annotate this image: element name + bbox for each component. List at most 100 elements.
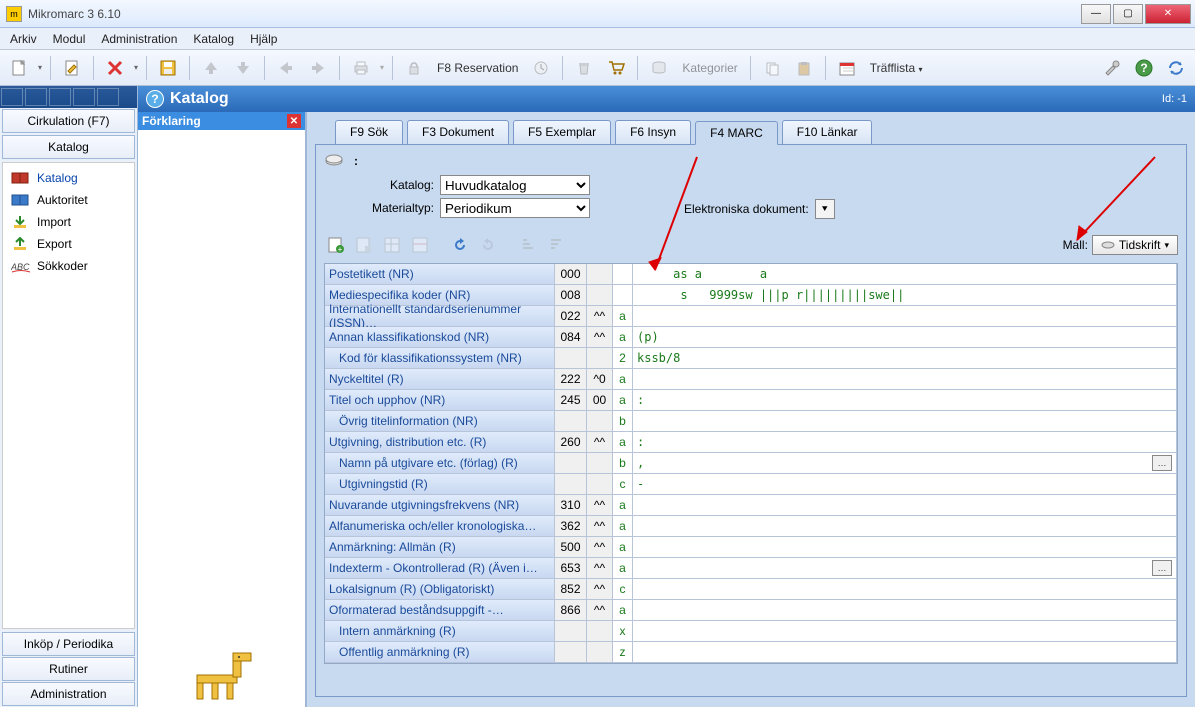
sidebar-item-import[interactable]: Import bbox=[3, 211, 134, 233]
marc-row[interactable]: Titel och upphov (NR)24500a: bbox=[325, 390, 1177, 411]
mall-dropdown-button[interactable]: Tidskrift ▾ bbox=[1092, 235, 1178, 255]
katalog-select[interactable]: Huvudkatalog bbox=[440, 175, 590, 195]
menu-katalog[interactable]: Katalog bbox=[189, 30, 238, 48]
marc-value-cell[interactable] bbox=[633, 579, 1177, 599]
marc-field-label[interactable]: Namn på utgivare etc. (förlag) (R) bbox=[325, 453, 555, 473]
marc-field-label[interactable]: Utgivningstid (R) bbox=[325, 474, 555, 494]
undo-button[interactable] bbox=[448, 233, 472, 257]
marc-row[interactable]: Nuvarande utgivningsfrekvens (NR)310^^a bbox=[325, 495, 1177, 516]
window-minimize-button[interactable]: — bbox=[1081, 4, 1111, 24]
marc-field-label[interactable]: Indexterm - Okontrollerad (R) (Även i… bbox=[325, 558, 555, 578]
materialtyp-select[interactable]: Periodikum bbox=[440, 198, 590, 218]
marc-row[interactable]: Övrig titelinformation (NR)b bbox=[325, 411, 1177, 432]
menu-arkiv[interactable]: Arkiv bbox=[6, 30, 41, 48]
marc-row[interactable]: Utgivning, distribution etc. (R)260^^a: bbox=[325, 432, 1177, 453]
sidebar-item-katalog[interactable]: Katalog bbox=[3, 167, 134, 189]
menu-modul[interactable]: Modul bbox=[49, 30, 90, 48]
sidebar-tab-cirkulation[interactable]: Cirkulation (F7) bbox=[2, 109, 135, 133]
marc-field-label[interactable]: Nuvarande utgivningsfrekvens (NR) bbox=[325, 495, 555, 515]
marc-row[interactable]: Annan klassifikationskod (NR)084^^a(p) bbox=[325, 327, 1177, 348]
marc-value-cell[interactable]: as a a bbox=[633, 264, 1177, 284]
marc-field-label[interactable]: Lokalsignum (R) (Obligatoriskt) bbox=[325, 579, 555, 599]
marc-row[interactable]: Namn på utgivare etc. (förlag) (R)b,… bbox=[325, 453, 1177, 474]
marc-new-field-button[interactable]: + bbox=[324, 233, 348, 257]
sort-desc-button[interactable] bbox=[544, 233, 568, 257]
tab-f6-insyn[interactable]: F6 Insyn bbox=[615, 120, 691, 144]
categories-button[interactable] bbox=[646, 55, 672, 81]
marc-row[interactable]: Indexterm - Okontrollerad (R) (Även i…65… bbox=[325, 558, 1177, 579]
arrow-up-button[interactable] bbox=[198, 55, 224, 81]
marc-field-label[interactable]: Kod för klassifikationssystem (NR) bbox=[325, 348, 555, 368]
marc-field-label[interactable]: Oformaterad beståndsuppgift -… bbox=[325, 600, 555, 620]
marc-field-label[interactable]: Alfanumeriska och/eller kronologiska… bbox=[325, 516, 555, 536]
edit-button[interactable] bbox=[59, 55, 85, 81]
sidebar-bottom-administration[interactable]: Administration bbox=[2, 682, 135, 706]
window-maximize-button[interactable]: ▢ bbox=[1113, 4, 1143, 24]
marc-field-label[interactable]: Nyckeltitel (R) bbox=[325, 369, 555, 389]
tab-f9-sok[interactable]: F9 Sök bbox=[335, 120, 403, 144]
window-close-button[interactable]: ✕ bbox=[1145, 4, 1191, 24]
new-document-button[interactable] bbox=[6, 55, 32, 81]
sidebar-tab-katalog[interactable]: Katalog bbox=[2, 135, 135, 159]
marc-value-cell[interactable] bbox=[633, 600, 1177, 620]
help-panel-close-button[interactable]: ✕ bbox=[287, 114, 301, 128]
marc-field-label[interactable]: Övrig titelinformation (NR) bbox=[325, 411, 555, 431]
marc-row[interactable]: Intern anmärkning (R)x bbox=[325, 621, 1177, 642]
tab-f10-lankar[interactable]: F10 Länkar bbox=[782, 120, 873, 144]
marc-grid-button[interactable] bbox=[380, 233, 404, 257]
tab-f3-dokument[interactable]: F3 Dokument bbox=[407, 120, 509, 144]
tab-f4-marc[interactable]: F4 MARC bbox=[695, 121, 778, 145]
marc-value-cell[interactable]: kssb/8 bbox=[633, 348, 1177, 368]
marc-value-cell[interactable] bbox=[633, 642, 1177, 662]
sidebar-item-auktoritet[interactable]: Auktoritet bbox=[3, 189, 134, 211]
sidebar-bottom-inkop[interactable]: Inköp / Periodika bbox=[2, 632, 135, 656]
settings-icon[interactable] bbox=[1099, 55, 1125, 81]
categories-label[interactable]: Kategorier bbox=[678, 61, 741, 75]
save-button[interactable] bbox=[155, 55, 181, 81]
marc-field-label[interactable]: Titel och upphov (NR) bbox=[325, 390, 555, 410]
marc-field-label[interactable]: Internationellt standardserienummer (ISS… bbox=[325, 306, 555, 326]
marc-value-cell[interactable] bbox=[633, 306, 1177, 326]
marc-value-cell[interactable]: : bbox=[633, 432, 1177, 452]
arrow-right-button[interactable] bbox=[305, 55, 331, 81]
sidebar-item-export[interactable]: Export bbox=[3, 233, 134, 255]
cart-button[interactable] bbox=[603, 55, 629, 81]
marc-value-cell[interactable] bbox=[633, 537, 1177, 557]
marc-row[interactable]: Anmärkning: Allmän (R)500^^a bbox=[325, 537, 1177, 558]
menu-administration[interactable]: Administration bbox=[97, 30, 181, 48]
sidebar-bottom-rutiner[interactable]: Rutiner bbox=[2, 657, 135, 681]
print-button[interactable] bbox=[348, 55, 374, 81]
marc-row[interactable]: Oformaterad beståndsuppgift -…866^^a bbox=[325, 600, 1177, 621]
lock-button[interactable] bbox=[401, 55, 427, 81]
marc-field-label[interactable]: Utgivning, distribution etc. (R) bbox=[325, 432, 555, 452]
f8-reservation-label[interactable]: F8 Reservation bbox=[433, 61, 522, 75]
marc-value-cell[interactable] bbox=[633, 516, 1177, 536]
marc-row[interactable]: Postetikett (NR)000 as a a bbox=[325, 264, 1177, 285]
ellipsis-button[interactable]: … bbox=[1152, 560, 1172, 576]
delete-button[interactable] bbox=[102, 55, 128, 81]
marc-value-cell[interactable]: s 9999sw |||p r|||||||||swe|| bbox=[633, 285, 1177, 305]
menu-hjalp[interactable]: Hjälp bbox=[246, 30, 281, 48]
copy-button[interactable] bbox=[759, 55, 785, 81]
trafflista-label[interactable]: Träfflista ▾ bbox=[866, 61, 927, 75]
ellipsis-button[interactable]: … bbox=[1152, 455, 1172, 471]
refresh-icon[interactable] bbox=[1163, 55, 1189, 81]
marc-value-cell[interactable]: ,… bbox=[633, 453, 1177, 473]
marc-delete-row-button[interactable] bbox=[408, 233, 432, 257]
marc-value-cell[interactable]: : bbox=[633, 390, 1177, 410]
electronic-documents-button[interactable]: ⯆ bbox=[815, 199, 835, 219]
marc-field-label[interactable]: Anmärkning: Allmän (R) bbox=[325, 537, 555, 557]
marc-row[interactable]: Internationellt standardserienummer (ISS… bbox=[325, 306, 1177, 327]
trash-button[interactable] bbox=[571, 55, 597, 81]
marc-field-label[interactable]: Intern anmärkning (R) bbox=[325, 621, 555, 641]
sidebar-item-sokkoder[interactable]: ABC Sökkoder bbox=[3, 255, 134, 277]
marc-value-cell[interactable] bbox=[633, 621, 1177, 641]
calendar-button[interactable] bbox=[834, 55, 860, 81]
marc-add-subfield-button[interactable] bbox=[352, 233, 376, 257]
help-icon[interactable]: ? bbox=[1131, 55, 1157, 81]
marc-field-label[interactable]: Postetikett (NR) bbox=[325, 264, 555, 284]
marc-value-cell[interactable] bbox=[633, 495, 1177, 515]
marc-value-cell[interactable]: (p) bbox=[633, 327, 1177, 347]
marc-value-cell[interactable]: - bbox=[633, 474, 1177, 494]
paste-button[interactable] bbox=[791, 55, 817, 81]
